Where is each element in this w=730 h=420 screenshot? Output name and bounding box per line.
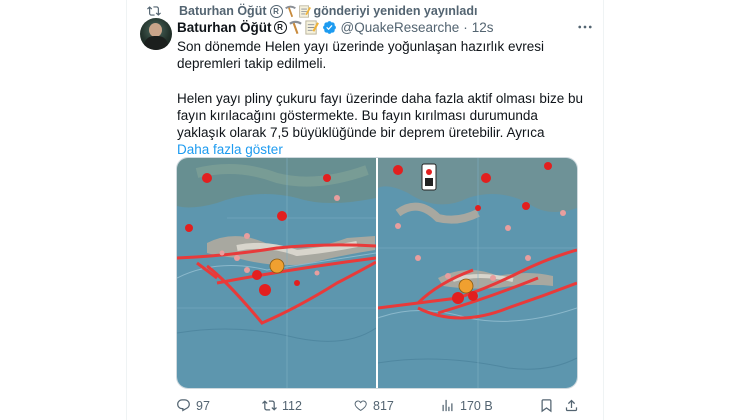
repost-icon — [262, 400, 277, 411]
separator: · — [463, 19, 468, 35]
pickaxe-emoji-icon — [284, 5, 296, 17]
media-grid — [176, 157, 578, 389]
avatar-head — [149, 23, 162, 37]
bookmark-icon — [541, 399, 552, 413]
like-icon — [354, 400, 367, 411]
timeline-left-border — [126, 0, 127, 420]
like-count: 817 — [373, 398, 394, 413]
bookmark-action[interactable] — [539, 398, 554, 413]
retweet-icon — [147, 6, 161, 16]
repost-action[interactable]: 112 — [262, 398, 302, 413]
repost-count: 112 — [282, 398, 302, 413]
more-options-icon[interactable] — [576, 20, 594, 34]
verified-badge-icon[interactable] — [322, 20, 337, 35]
emoji-badges: R — [269, 4, 311, 18]
tweet-paragraph-1: Son dönemde Helen yayı üzerinde yoğunlaş… — [177, 39, 544, 72]
avatar[interactable] — [140, 18, 172, 50]
like-action[interactable]: 817 — [353, 398, 394, 413]
tweet-actions: 97 112 817 170 B — [176, 398, 586, 414]
registered-icon: R — [273, 20, 287, 34]
tweet-header: Baturhan Öğüt R @QuakeResearche · 12s — [177, 18, 494, 36]
retweet-context: Baturhan Öğüt R gönderiyi yeniden yayınl… — [146, 3, 477, 19]
reply-action[interactable]: 97 — [176, 398, 210, 413]
pickaxe-emoji-icon — [288, 20, 302, 34]
tweet-paragraph-2: Helen yayı pliny çukuru fayı üzerinde da… — [177, 90, 583, 141]
retweet-author[interactable]: Baturhan Öğüt — [179, 4, 267, 18]
retweet-suffix: gönderiyi yeniden yayınladı — [313, 4, 478, 18]
views-icon — [442, 399, 453, 412]
earthquake-map-left[interactable] — [177, 158, 376, 388]
registered-icon: R — [269, 4, 283, 18]
share-action[interactable] — [564, 398, 579, 413]
memo-emoji-icon — [298, 4, 311, 18]
share-icon — [565, 399, 578, 412]
name-badges: R — [273, 19, 319, 35]
tweet-text: Son dönemde Helen yayı üzerinde yoğunlaş… — [177, 38, 587, 159]
earthquake-map-right[interactable] — [378, 158, 577, 388]
timeline-right-border — [603, 0, 604, 420]
avatar-body — [144, 36, 168, 50]
display-name[interactable]: Baturhan Öğüt — [177, 20, 272, 35]
views-count: 170 B — [460, 398, 493, 413]
user-handle[interactable]: @QuakeResearche — [341, 20, 460, 35]
views-action[interactable]: 170 B — [440, 398, 493, 413]
reply-icon — [177, 399, 190, 412]
memo-emoji-icon — [304, 19, 319, 35]
timestamp[interactable]: 12s — [472, 20, 494, 35]
reply-count: 97 — [196, 398, 210, 413]
